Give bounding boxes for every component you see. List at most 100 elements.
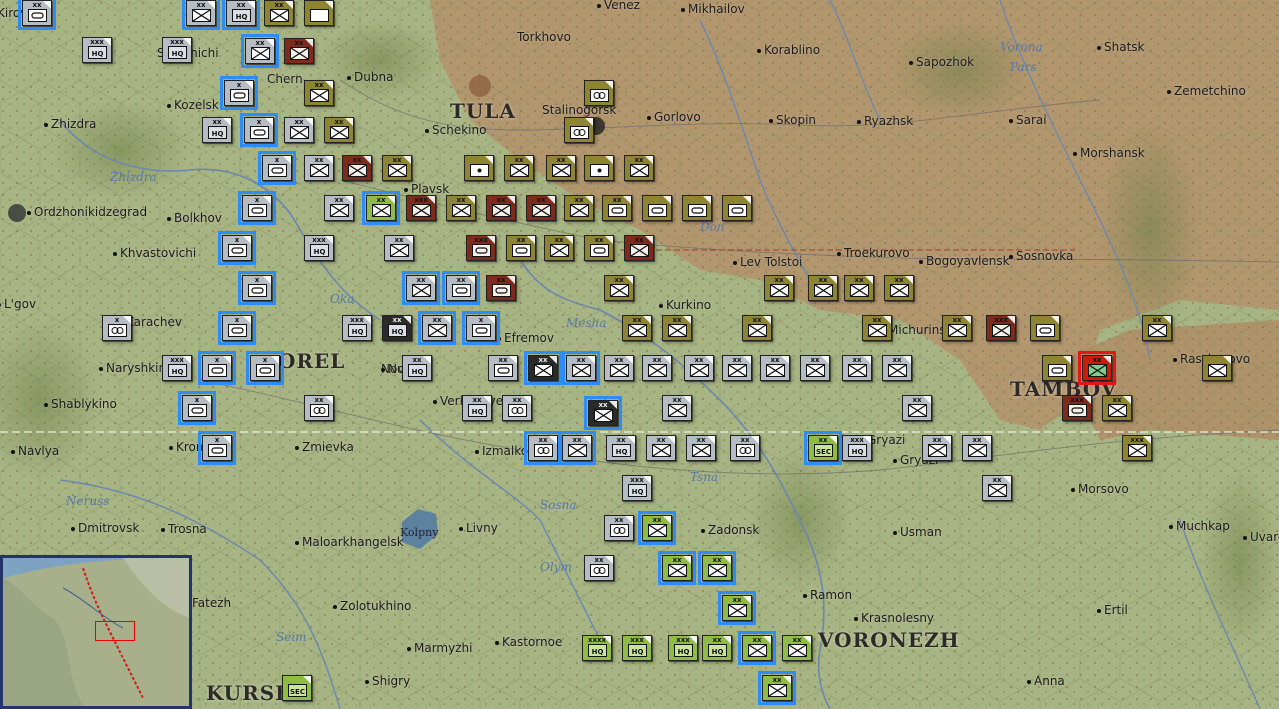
soviet-infantry-unit[interactable]: xx: [1102, 395, 1132, 421]
soviet-infantry-unit[interactable]: xx: [546, 155, 576, 181]
german-infantry-unit[interactable]: xx: [962, 435, 992, 461]
german-hq-unit[interactable]: xxx HQ: [842, 435, 872, 461]
soviet-mech-infantry-unit[interactable]: xx: [624, 235, 654, 261]
german-armor-unit[interactable]: x: [462, 311, 500, 345]
german-infantry-unit[interactable]: xx: [584, 396, 622, 430]
hungarian-sec-unit[interactable]: SEC: [282, 675, 312, 701]
soviet-infantry-unit[interactable]: [1202, 355, 1232, 381]
soviet-recon-unit[interactable]: [584, 80, 614, 106]
soviet-mech-infantry-unit[interactable]: xxx: [986, 315, 1016, 341]
german-hq-unit[interactable]: xx HQ: [606, 435, 636, 461]
soviet-mech-infantry-unit[interactable]: xx: [526, 195, 556, 221]
soviet-armor-unit[interactable]: [1030, 315, 1060, 341]
german-infantry-unit[interactable]: xx: [842, 355, 872, 381]
soviet-infantry-unit[interactable]: xx: [742, 315, 772, 341]
german-infantry-unit[interactable]: xx: [324, 195, 354, 221]
german-infantry-unit[interactable]: xx: [562, 351, 600, 385]
minimap[interactable]: [0, 555, 192, 709]
german-hq-unit[interactable]: xxx HQ: [162, 37, 192, 63]
soviet-infantry-unit[interactable]: xxx: [1122, 435, 1152, 461]
soviet-armor-unit[interactable]: xx: [506, 235, 536, 261]
soviet-recon-unit[interactable]: [564, 117, 594, 143]
german-recon-unit[interactable]: xx: [304, 395, 334, 421]
soviet-infantry-unit[interactable]: xx: [884, 275, 914, 301]
german-hq-unit[interactable]: xx HQ: [402, 355, 432, 381]
soviet-mech-armor-unit[interactable]: xxx: [466, 235, 496, 261]
german-infantry-unit[interactable]: xx: [558, 431, 596, 465]
soviet-infantry-unit[interactable]: xx: [564, 195, 594, 221]
german-hq-unit[interactable]: xx HQ: [382, 315, 412, 341]
german-infantry-unit[interactable]: xx: [304, 155, 334, 181]
german-armor-unit[interactable]: xx: [488, 355, 518, 381]
german-recon-unit[interactable]: xx: [730, 435, 760, 461]
german-infantry-unit[interactable]: xx: [760, 355, 790, 381]
german-hq-unit[interactable]: xxx HQ: [622, 475, 652, 501]
soviet-armor-unit[interactable]: [722, 195, 752, 221]
german-hq-unit[interactable]: xxx HQ: [342, 315, 372, 341]
german-infantry-unit[interactable]: xx: [800, 355, 830, 381]
soviet-mech-armor-unit[interactable]: xxx: [1062, 395, 1092, 421]
german-infantry-unit[interactable]: xx: [684, 355, 714, 381]
soviet-infantry-unit[interactable]: xx: [624, 155, 654, 181]
german-infantry-unit[interactable]: xx: [182, 0, 220, 30]
german-hq-unit[interactable]: xxx HQ: [304, 235, 334, 261]
german-armor-unit[interactable]: x: [246, 351, 284, 385]
german-recon-unit[interactable]: x: [102, 315, 132, 341]
hungarian-infantry-unit[interactable]: xx: [718, 591, 756, 625]
german-infantry-unit[interactable]: xx: [722, 355, 752, 381]
soviet-infantry-unit[interactable]: xx: [662, 315, 692, 341]
hungarian-infantry-unit[interactable]: xx: [638, 511, 676, 545]
soviet-infantry-unit[interactable]: xx: [844, 275, 874, 301]
german-armor-unit[interactable]: xx: [18, 0, 56, 30]
soviet-dot-unit[interactable]: [464, 155, 494, 181]
game-map[interactable]: Venez Mikhailov Torkhovo Korablino Shatsk Kir…: [0, 0, 1279, 709]
german-infantry-unit[interactable]: xx: [662, 395, 692, 421]
german-recon-unit[interactable]: xx: [502, 395, 532, 421]
german-hq-unit[interactable]: xx HQ: [222, 0, 260, 30]
german-armor-unit[interactable]: x: [198, 431, 236, 465]
german-armor-unit[interactable]: x: [218, 311, 256, 345]
german-infantry-unit[interactable]: xx: [642, 355, 672, 381]
soviet-mech-armor-unit[interactable]: xx: [486, 275, 516, 301]
german-infantry-unit[interactable]: xx: [686, 435, 716, 461]
german-infantry-unit[interactable]: xx: [982, 475, 1012, 501]
soviet-armor-unit[interactable]: xx: [584, 235, 614, 261]
soviet-infantry-unit[interactable]: xx: [764, 275, 794, 301]
soviet-infantry-unit[interactable]: xx: [504, 155, 534, 181]
german-recon-unit[interactable]: xx: [524, 431, 562, 465]
german-infantry-unit[interactable]: xx: [402, 271, 440, 305]
german-hq-unit[interactable]: xxx HQ: [82, 37, 112, 63]
soviet-infantry-unit[interactable]: xx: [382, 155, 412, 181]
soviet-infantry-unit[interactable]: xx: [604, 275, 634, 301]
hungarian-infantry-unit[interactable]: xx: [758, 671, 796, 705]
hungarian-hq-unit[interactable]: xxx HQ: [622, 635, 652, 661]
german-armor-unit[interactable]: x: [238, 191, 276, 225]
german-infantry-unit[interactable]: xx: [418, 311, 456, 345]
soviet-infantry-unit[interactable]: xx: [622, 315, 652, 341]
german-infantry-unit[interactable]: xx: [922, 435, 952, 461]
hungarian-infantry-unit[interactable]: xx: [658, 551, 696, 585]
german-armor-unit[interactable]: x: [240, 113, 278, 147]
soviet-infantry-unit[interactable]: xx: [324, 117, 354, 143]
german-recon-unit[interactable]: xx: [584, 555, 614, 581]
soviet-armor-unit[interactable]: [682, 195, 712, 221]
hungarian-sec-unit[interactable]: xx SEC: [804, 431, 842, 465]
soviet-mech-infantry-unit[interactable]: xxx: [406, 195, 436, 221]
soviet-infantry-unit[interactable]: xx: [1142, 315, 1172, 341]
soviet-infantry-unit[interactable]: xx: [264, 0, 294, 26]
german-infantry-unit[interactable]: xx: [284, 117, 314, 143]
german-armor-unit[interactable]: xx: [442, 271, 480, 305]
german-armor-unit[interactable]: x: [198, 351, 236, 385]
soviet-infantry-unit[interactable]: xx: [942, 315, 972, 341]
german-infantry-unit[interactable]: xx: [384, 235, 414, 261]
german-hq-unit[interactable]: xx HQ: [202, 117, 232, 143]
hungarian-hq-unit[interactable]: xxx HQ: [668, 635, 698, 661]
soviet-mech-infantry-unit[interactable]: xx: [342, 155, 372, 181]
hungarian-hq-unit[interactable]: xx HQ: [702, 635, 732, 661]
minimap-viewport-frame[interactable]: [95, 621, 135, 641]
german-recon-unit[interactable]: xx: [604, 515, 634, 541]
german-hq-unit[interactable]: xx HQ: [462, 395, 492, 421]
soviet-armor-unit[interactable]: [642, 195, 672, 221]
soviet-infantry-unit[interactable]: xx: [862, 315, 892, 341]
soviet-infantry-unit[interactable]: xx: [808, 275, 838, 301]
